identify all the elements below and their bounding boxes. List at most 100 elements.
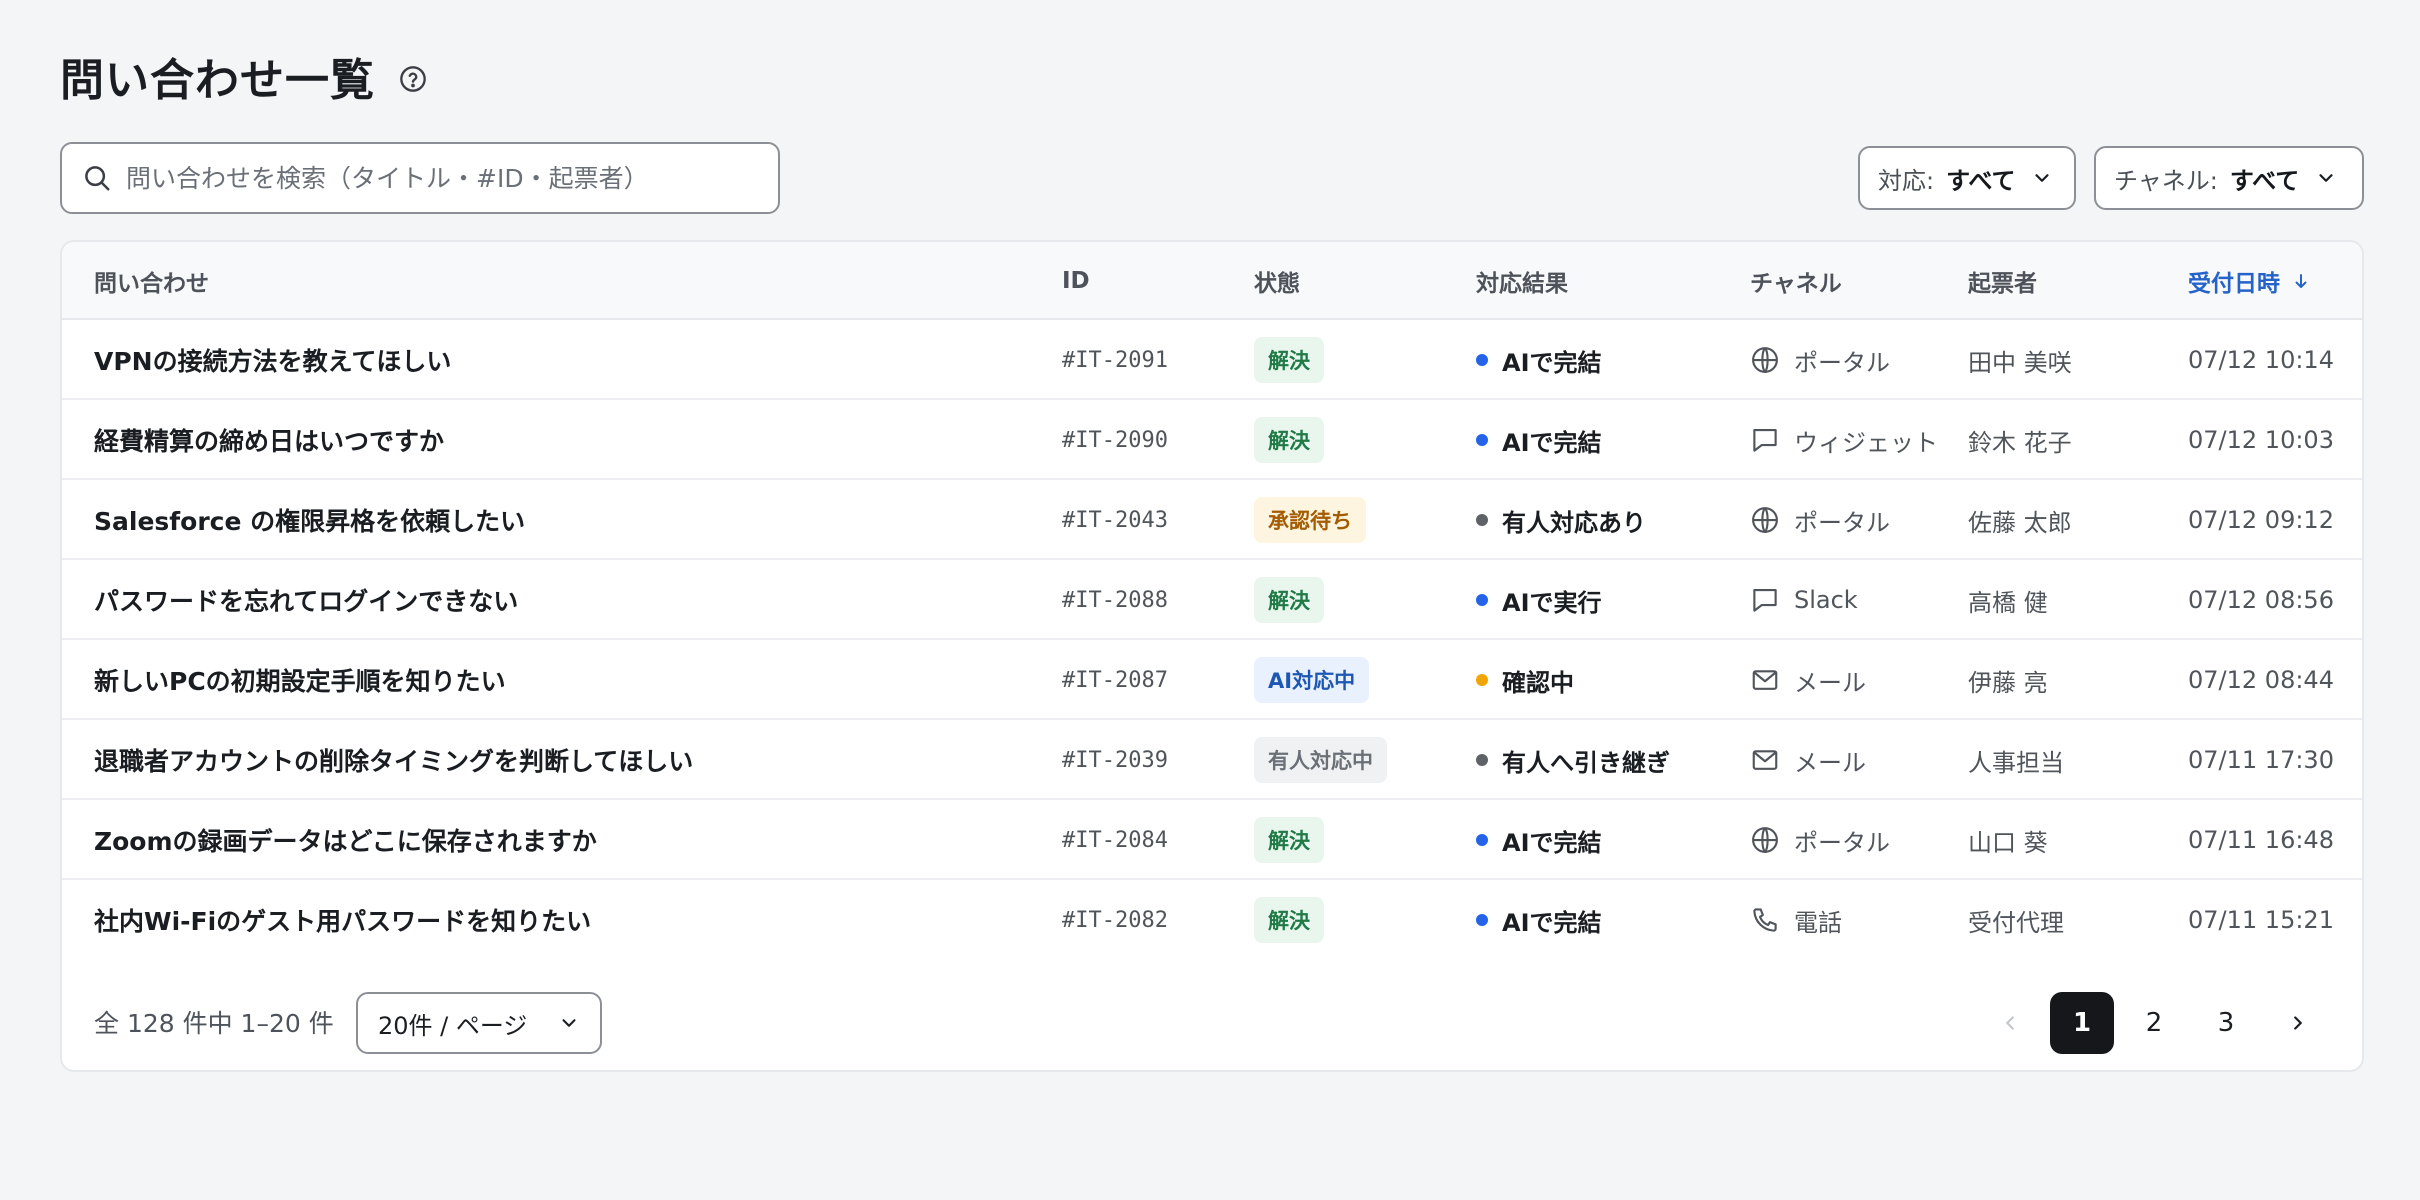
result-cell: AIで完結: [1476, 320, 1602, 400]
status-badge: 有人対応中: [1254, 737, 1387, 783]
column-header-status[interactable]: 状態: [1254, 242, 1300, 320]
channel-filter[interactable]: チャネル: すべて: [2094, 146, 2364, 210]
requester: 田中 美咲: [1968, 348, 2072, 377]
received-date: 07/12 10:14: [2188, 346, 2334, 374]
prev-page-button[interactable]: [1978, 992, 2042, 1054]
received-date: 07/11 17:30: [2188, 746, 2334, 774]
result-cell: AIで実行: [1476, 560, 1602, 640]
received-date: 07/12 09:12: [2188, 506, 2334, 534]
requester: 高橋 健: [1968, 588, 2048, 617]
result-count: 全 128 件中 1–20 件: [94, 1009, 334, 1038]
next-page-button[interactable]: [2266, 992, 2330, 1054]
inquiry-id: #IT-2090: [1062, 427, 1168, 453]
requester: 佐藤 太郎: [1968, 508, 2072, 537]
inquiry-id: #IT-2087: [1062, 667, 1168, 693]
column-header-date[interactable]: 受付日時: [2188, 242, 2310, 320]
chevron-down-icon: [2315, 167, 2337, 189]
pagination: 1 2 3: [1970, 992, 2330, 1054]
result-cell: AIで完結: [1476, 880, 1602, 960]
result-cell: 確認中: [1476, 640, 1574, 720]
inquiry-table-card: 問い合わせ ID 状態 対応結果 チャネル 起票者 受付日時 VPNの接続方法を…: [60, 240, 2364, 1072]
table-row[interactable]: Zoomの録画データはどこに保存されますか #IT-2084 解決 AIで完結 …: [62, 800, 2362, 880]
inquiry-id: #IT-2084: [1062, 827, 1168, 853]
status-dot: [1476, 674, 1488, 686]
inquiry-title[interactable]: 経費精算の締め日はいつですか: [94, 400, 444, 480]
table-row[interactable]: パスワードを忘れてログインできない #IT-2088 解決 AIで実行 Slac…: [62, 560, 2362, 640]
channel-cell: ポータル: [1750, 800, 1890, 880]
table-row[interactable]: 経費精算の締め日はいつですか #IT-2090 解決 AIで完結 ウィジェット …: [62, 400, 2362, 480]
inquiry-title[interactable]: Salesforce の権限昇格を依頼したい: [94, 480, 525, 560]
channel-cell: ポータル: [1750, 480, 1890, 560]
channel-cell: ポータル: [1750, 320, 1890, 400]
page-button-1[interactable]: 1: [2050, 992, 2114, 1054]
result-label: 有人へ引き継ぎ: [1502, 748, 1670, 777]
status-dot: [1476, 434, 1488, 446]
status-badge: 解決: [1254, 417, 1324, 463]
chevron-right-icon: [2294, 1016, 2302, 1030]
result-cell: AIで完結: [1476, 400, 1602, 480]
status-badge: 解決: [1254, 897, 1324, 943]
column-header-channel[interactable]: チャネル: [1750, 242, 1842, 320]
help-icon[interactable]: [399, 65, 427, 93]
table-row[interactable]: 社内Wi-Fiのゲスト用パスワードを知りたい #IT-2082 解決 AIで完結…: [62, 880, 2362, 960]
search-input[interactable]: [126, 163, 766, 193]
received-date: 07/12 10:03: [2188, 426, 2334, 454]
table-row[interactable]: 退職者アカウントの削除タイミングを判断してほしい #IT-2039 有人対応中 …: [62, 720, 2362, 800]
channel-cell: メール: [1750, 720, 1866, 800]
chat-bubble-icon: [1753, 588, 1777, 612]
channel-label: Slack: [1794, 586, 1858, 614]
result-cell: 有人へ引き継ぎ: [1476, 720, 1670, 800]
table-row[interactable]: 新しいPCの初期設定手順を知りたい #IT-2087 AI対応中 確認中 メール…: [62, 640, 2362, 720]
inquiry-title[interactable]: 新しいPCの初期設定手順を知りたい: [94, 640, 506, 720]
chevron-down-icon: [558, 1012, 580, 1034]
result-label: 有人対応あり: [1502, 508, 1646, 537]
inquiry-id: #IT-2082: [1062, 907, 1168, 933]
table-footer: 全 128 件中 1–20 件 20件 / ページ 1 2 3: [62, 972, 2362, 1070]
channel-label: メール: [1794, 748, 1866, 777]
received-date: 07/12 08:56: [2188, 586, 2334, 614]
status-dot: [1476, 514, 1488, 526]
inquiry-title[interactable]: 社内Wi-Fiのゲスト用パスワードを知りたい: [94, 880, 591, 960]
status-dot: [1476, 754, 1488, 766]
result-label: AIで実行: [1502, 588, 1602, 617]
column-header-result[interactable]: 対応結果: [1476, 242, 1568, 320]
mail-icon: [1752, 750, 1778, 770]
globe-icon: [1752, 827, 1778, 853]
requester: 人事担当: [1968, 748, 2064, 777]
globe-icon: [1752, 507, 1778, 533]
inquiry-title[interactable]: パスワードを忘れてログインできない: [94, 560, 518, 640]
channel-label: ポータル: [1794, 828, 1890, 857]
requester: 山口 葵: [1968, 828, 2048, 857]
page-button-2[interactable]: 2: [2122, 992, 2186, 1054]
column-header-requester[interactable]: 起票者: [1968, 242, 2037, 320]
table-row[interactable]: VPNの接続方法を教えてほしい #IT-2091 解決 AIで完結 ポータル 田…: [62, 320, 2362, 400]
table-header: 問い合わせ ID 状態 対応結果 チャネル 起票者 受付日時: [62, 242, 2362, 320]
result-label: AIで完結: [1502, 908, 1602, 937]
per-page-select[interactable]: 20件 / ページ: [356, 992, 602, 1054]
inquiry-title[interactable]: VPNの接続方法を教えてほしい: [94, 320, 451, 400]
result-label: AIで完結: [1502, 828, 1602, 857]
received-date: 07/11 15:21: [2188, 906, 2334, 934]
requester: 受付代理: [1968, 908, 2064, 937]
received-date: 07/11 16:48: [2188, 826, 2334, 854]
requester: 伊藤 亮: [1968, 668, 2048, 697]
channel-label: ポータル: [1794, 348, 1890, 377]
page-button-3[interactable]: 3: [2194, 992, 2258, 1054]
page-title: 問い合わせ一覧: [60, 55, 375, 106]
response-filter[interactable]: 対応: すべて: [1858, 146, 2076, 210]
status-badge: 解決: [1254, 577, 1324, 623]
status-dot: [1476, 594, 1488, 606]
column-header-title[interactable]: 問い合わせ: [94, 242, 209, 320]
channel-label: 電話: [1794, 908, 1842, 937]
chevron-left-icon: [2006, 1016, 2014, 1030]
per-page-value: 20件 / ページ: [378, 1011, 528, 1040]
inquiry-title[interactable]: 退職者アカウントの削除タイミングを判断してほしい: [94, 720, 693, 800]
result-label: AIで完結: [1502, 428, 1602, 457]
table-row[interactable]: Salesforce の権限昇格を依頼したい #IT-2043 承認待ち 有人対…: [62, 480, 2362, 560]
column-header-id[interactable]: ID: [1062, 242, 1090, 320]
status-badge: 承認待ち: [1254, 497, 1366, 543]
channel-label: ウィジェット: [1794, 428, 1938, 457]
status-badge: 解決: [1254, 337, 1324, 383]
inquiry-title[interactable]: Zoomの録画データはどこに保存されますか: [94, 800, 597, 880]
sort-descending-icon: [2292, 272, 2310, 290]
